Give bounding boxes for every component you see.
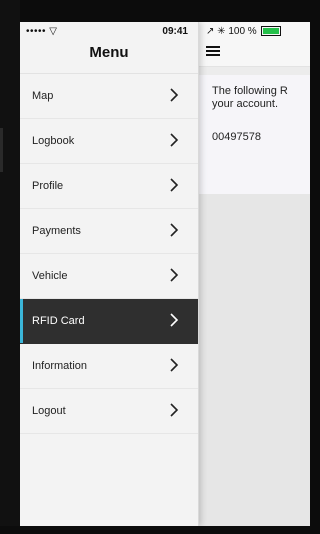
- menu-item-label: Logbook: [32, 135, 75, 147]
- chevron-right-icon: [170, 403, 179, 417]
- chevron-right-icon: [170, 268, 179, 282]
- rfid-note-line-2: your account.: [212, 98, 279, 110]
- rfid-note-line-1: The following R: [212, 85, 288, 97]
- menu-item-label: Map: [32, 90, 54, 102]
- menu-item-vehicle[interactable]: Vehicle: [20, 254, 198, 299]
- hamburger-menu-icon[interactable]: [206, 46, 220, 57]
- phone-screen: ••••• ▽ 09:41 Menu Map Logbook Profile P…: [20, 22, 310, 526]
- status-time: 09:41: [162, 26, 188, 37]
- menu-item-payments[interactable]: Payments: [20, 209, 198, 254]
- chevron-right-icon: [170, 313, 179, 327]
- chevron-right-icon: [170, 358, 179, 372]
- rfid-card-number: 00497578: [212, 131, 261, 143]
- status-bar: ••••• ▽ 09:41: [20, 22, 198, 40]
- status-right-text: ↗ ✳ 100 %: [206, 26, 257, 37]
- status-right: ↗ ✳ 100 %: [206, 26, 282, 37]
- chevron-right-icon: [170, 133, 179, 147]
- top-bar: ↗ ✳ 100 %: [198, 22, 310, 67]
- navigation-drawer: ••••• ▽ 09:41 Menu Map Logbook Profile P…: [20, 22, 199, 526]
- menu-item-information[interactable]: Information: [20, 344, 198, 389]
- signal-indicator: ••••• ▽: [26, 26, 58, 37]
- menu-item-label: Logout: [32, 405, 66, 417]
- main-content: ↗ ✳ 100 % The following R your account. …: [198, 22, 310, 526]
- chevron-right-icon: [170, 178, 179, 192]
- device-frame: [0, 0, 20, 534]
- menu-item-rfid-card[interactable]: RFID Card: [20, 299, 198, 344]
- device-side-button: [0, 128, 3, 172]
- chevron-right-icon: [170, 88, 179, 102]
- menu-item-label: Vehicle: [32, 270, 68, 282]
- menu-item-logbook[interactable]: Logbook: [20, 119, 198, 164]
- menu-item-label: Profile: [32, 180, 64, 192]
- menu-title: Menu: [89, 44, 129, 61]
- menu-item-label: Payments: [32, 225, 81, 237]
- menu-item-map[interactable]: Map: [20, 74, 198, 119]
- content-background: [198, 194, 310, 526]
- menu-item-label: RFID Card: [32, 315, 85, 327]
- device-frame-bottom: [0, 526, 310, 534]
- rfid-card-panel: The following R your account. 00497578: [198, 75, 310, 203]
- menu-item-logout[interactable]: Logout: [20, 389, 198, 434]
- battery-icon: [261, 26, 282, 37]
- menu-item-label: Information: [32, 360, 88, 372]
- menu-item-profile[interactable]: Profile: [20, 164, 198, 209]
- menu-list: Map Logbook Profile Payments Vehicle RFI…: [20, 73, 198, 434]
- chevron-right-icon: [170, 223, 179, 237]
